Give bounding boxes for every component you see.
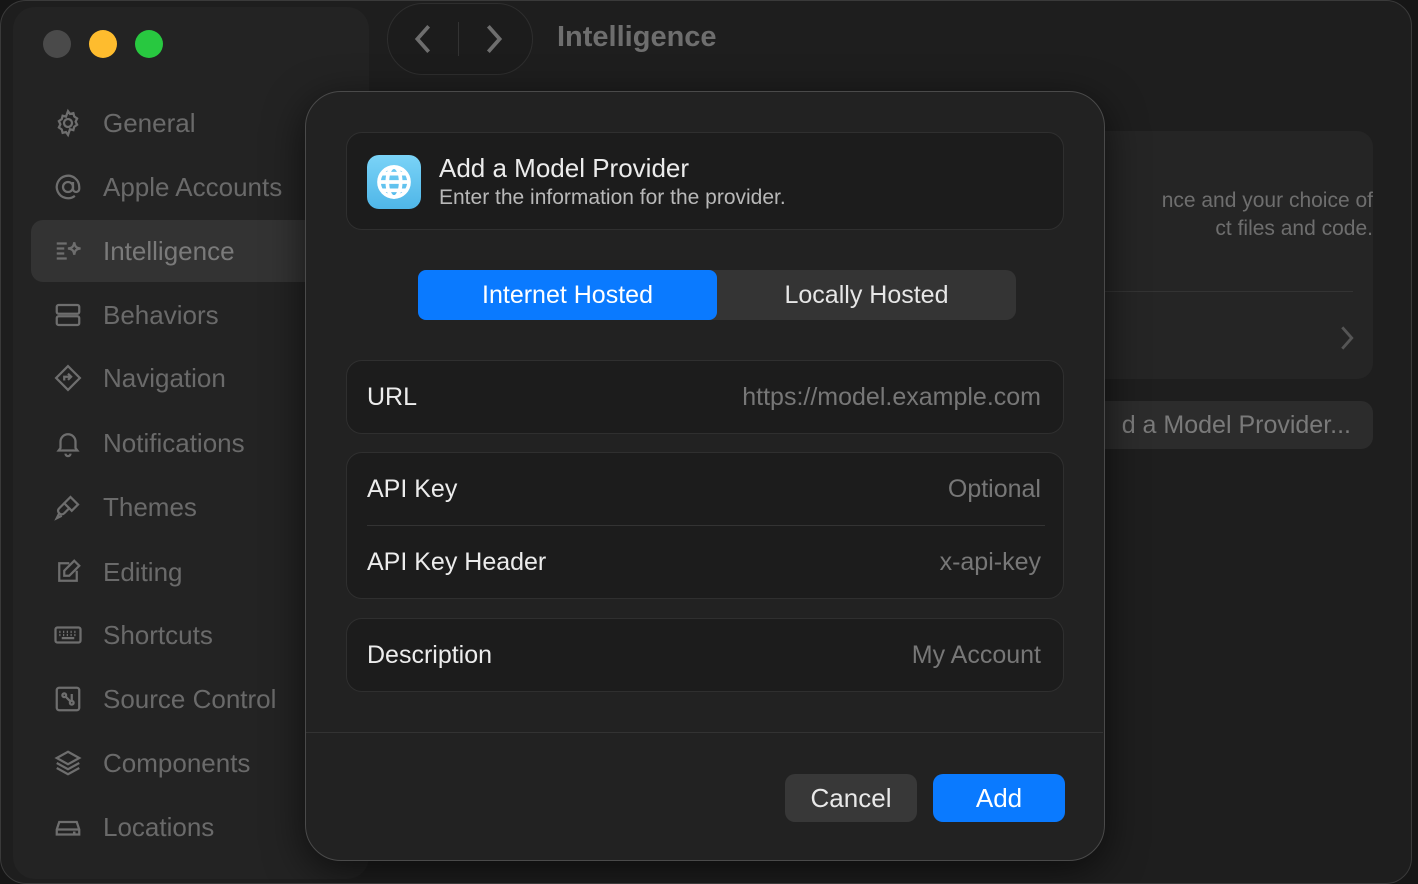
sidebar-item-themes[interactable]: Themes <box>31 476 331 538</box>
gear-icon <box>51 106 85 140</box>
sidebar-item-locations[interactable]: Locations <box>31 796 331 858</box>
api-key-header-input[interactable] <box>659 546 1043 578</box>
chevron-right-icon <box>486 25 503 53</box>
add-button[interactable]: Add <box>933 774 1065 822</box>
sidebar-item-label: Editing <box>103 556 183 587</box>
sidebar-item-label: Shortcuts <box>103 619 213 650</box>
divider <box>306 732 1103 733</box>
sidebar-item-label: Components <box>103 747 251 778</box>
description-line: nce and your choice of <box>1161 189 1373 212</box>
dialog-subtitle: Enter the information for the provider. <box>439 186 786 209</box>
add-model-provider-button[interactable]: d a Model Provider... <box>1081 401 1373 449</box>
globe-icon <box>367 155 421 209</box>
api-key-label: API Key <box>367 474 458 503</box>
keyboard-icon <box>51 618 85 652</box>
api-key-header-row: API Key Header <box>347 526 1063 598</box>
window-title: Intelligence <box>557 21 717 53</box>
cancel-button[interactable]: Cancel <box>785 774 917 822</box>
source-control-icon <box>51 682 85 716</box>
description-line: ct files and code. <box>1215 217 1373 240</box>
sidebar-item-label: Notifications <box>103 427 245 458</box>
paintbrush-icon <box>51 490 85 524</box>
description-label: Description <box>367 640 493 669</box>
sidebar-item-label: General <box>103 107 196 138</box>
sidebar-item-components[interactable]: Components <box>31 732 331 794</box>
segment-locally-hosted[interactable]: Locally Hosted <box>717 270 1016 320</box>
sidebar-item-general[interactable]: General <box>31 92 331 154</box>
sidebar-item-label: Intelligence <box>103 235 235 266</box>
sidebar-item-label: Locations <box>103 811 215 842</box>
sidebar-item-shortcuts[interactable]: Shortcuts <box>31 604 331 666</box>
url-group: URL <box>346 360 1064 434</box>
sidebar-item-source-control[interactable]: Source Control <box>31 668 331 730</box>
drive-icon <box>51 810 85 844</box>
forward-button[interactable] <box>459 4 529 74</box>
stacked-rect-icon <box>51 298 85 332</box>
api-key-header-label: API Key Header <box>367 547 547 576</box>
description-row: Description <box>347 619 1063 691</box>
dialog-title: Add a Model Provider <box>439 153 690 183</box>
api-key-group: API Key API Key Header <box>346 452 1064 599</box>
minimize-window-button[interactable] <box>89 30 117 58</box>
maximize-window-button[interactable] <box>135 30 163 58</box>
dialog-header: Add a Model Provider Enter the informati… <box>346 132 1064 230</box>
sidebar-item-label: Themes <box>103 491 197 522</box>
close-window-button[interactable] <box>43 30 71 58</box>
sidebar-item-label: Apple Accounts <box>103 171 283 202</box>
layers-icon <box>51 746 85 780</box>
intelligence-card <box>1081 131 1373 379</box>
sidebar-item-navigation[interactable]: Navigation <box>31 347 331 409</box>
api-key-input[interactable] <box>659 473 1043 505</box>
description-input[interactable] <box>659 639 1043 671</box>
at-sign-icon <box>51 170 85 204</box>
sidebar-item-label: Source Control <box>103 683 277 714</box>
sidebar-item-intelligence[interactable]: Intelligence <box>31 220 331 282</box>
sidebar-item-notifications[interactable]: Notifications <box>31 412 331 474</box>
sidebar-item-label: Navigation <box>103 362 226 393</box>
url-input[interactable] <box>659 381 1043 413</box>
sidebar-item-behaviors[interactable]: Behaviors <box>31 284 331 346</box>
settings-window: General Apple Accounts Intelligence Beha… <box>0 0 1412 884</box>
segment-internet-hosted[interactable]: Internet Hosted <box>418 270 717 320</box>
sidebar-item-editing[interactable]: Editing <box>31 541 331 603</box>
chevron-left-icon <box>414 25 431 53</box>
api-key-row: API Key <box>347 453 1063 525</box>
url-row: URL <box>347 361 1063 433</box>
sidebar-item-label: Behaviors <box>103 299 219 330</box>
add-provider-dialog: Add a Model Provider Enter the informati… <box>305 91 1105 861</box>
direction-sign-icon <box>51 361 85 395</box>
bell-icon <box>51 426 85 460</box>
hosting-segmented-control: Internet Hosted Locally Hosted <box>418 270 1016 320</box>
back-button[interactable] <box>388 4 458 74</box>
chevron-right-icon[interactable] <box>1339 325 1355 356</box>
edit-square-icon <box>51 555 85 589</box>
divider <box>1091 291 1353 292</box>
intelligence-description: nce and your choice of ct files and code… <box>1093 187 1373 243</box>
sidebar-item-apple-accounts[interactable]: Apple Accounts <box>31 156 331 218</box>
url-label: URL <box>367 382 418 411</box>
navigation-buttons <box>387 3 533 75</box>
sparkle-icon <box>51 234 85 268</box>
description-group: Description <box>346 618 1064 692</box>
